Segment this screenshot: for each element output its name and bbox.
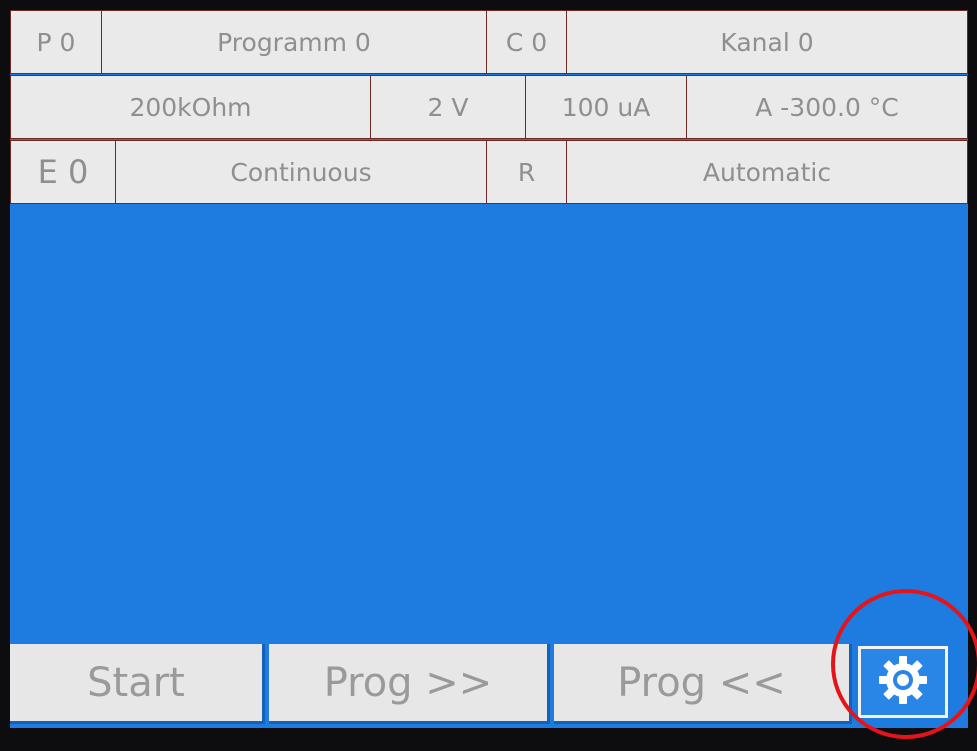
mode-name-cell[interactable]: Continuous [115,140,487,204]
display-area [10,206,968,640]
channel-name-cell[interactable]: Kanal 0 [566,10,968,74]
voltage-cell[interactable]: 2 V [370,75,526,139]
temperature-cell[interactable]: A -300.0 °C [686,75,968,139]
program-id-cell[interactable]: P 0 [10,10,102,74]
mode-name: Continuous [230,157,372,187]
program-name-cell[interactable]: Programm 0 [101,10,487,74]
resistance-cell[interactable]: 200kOhm [10,75,371,139]
start-button[interactable]: Start [10,644,265,724]
prog-next-button[interactable]: Prog >> [269,644,550,724]
start-button-label: Start [87,659,185,706]
range-name-cell[interactable]: Automatic [566,140,968,204]
channel-name: Kanal 0 [720,27,814,57]
program-id: P 0 [36,27,76,57]
voltage-value: 2 V [427,92,469,122]
header-row-program: P 0 Programm 0 C 0 Kanal 0 [10,10,968,76]
channel-id-cell[interactable]: C 0 [486,10,567,74]
header-row-measurement: 200kOhm 2 V 100 uA A -300.0 °C [10,75,968,141]
current-cell[interactable]: 100 uA [525,75,687,139]
range-id: R [517,157,536,187]
temperature-value: A -300.0 °C [755,92,899,122]
header-row-mode: E 0 Continuous R Automatic [10,140,968,206]
gear-icon [875,652,931,712]
prog-prev-button[interactable]: Prog << [554,644,852,724]
prog-prev-button-label: Prog << [617,659,786,706]
mode-id-cell[interactable]: E 0 [10,140,116,204]
device-screen: P 0 Programm 0 C 0 Kanal 0 200kOhm 2 V 1… [10,10,968,728]
program-name: Programm 0 [217,27,371,57]
prog-next-button-label: Prog >> [323,659,493,706]
resistance-value: 200kOhm [129,92,252,122]
settings-button[interactable] [858,646,948,718]
channel-id: C 0 [505,27,548,57]
current-value: 100 uA [561,92,651,122]
mode-id: E 0 [37,153,89,191]
range-name: Automatic [702,157,832,187]
range-id-cell[interactable]: R [486,140,567,204]
